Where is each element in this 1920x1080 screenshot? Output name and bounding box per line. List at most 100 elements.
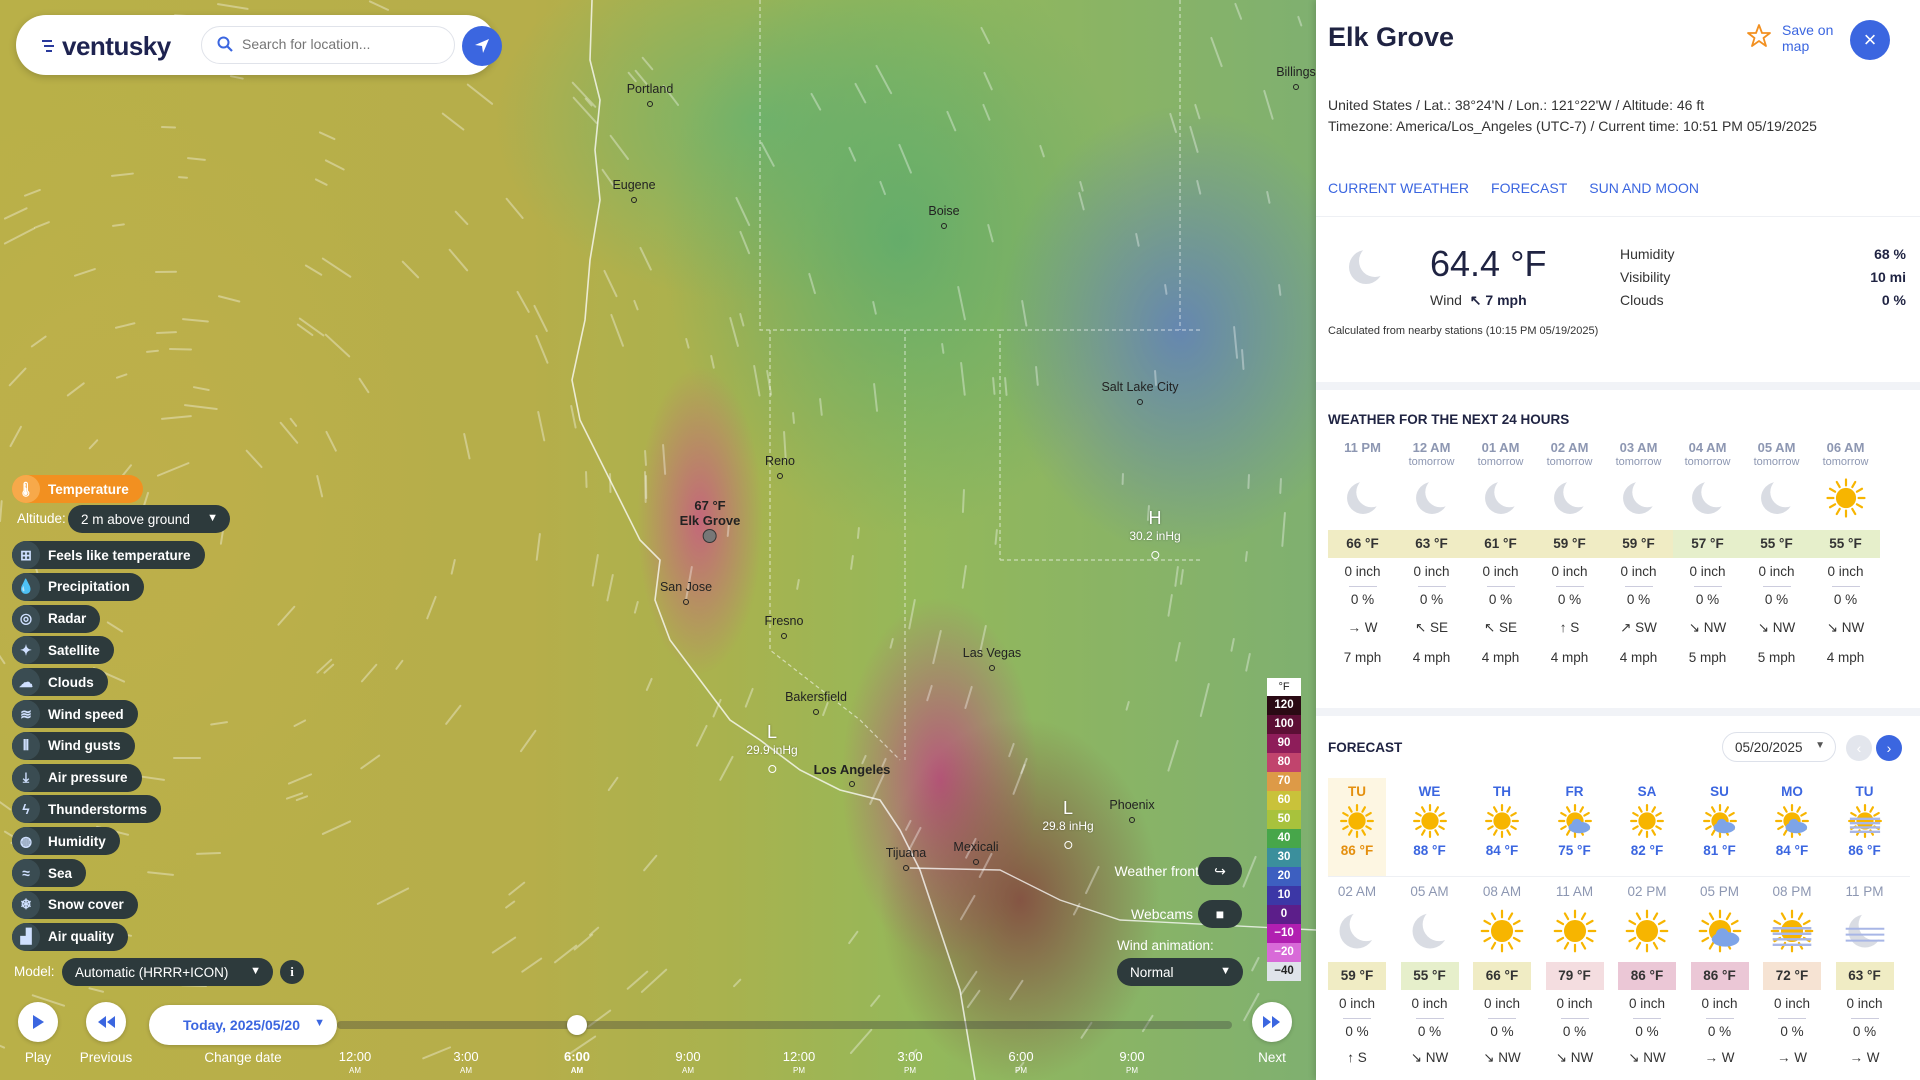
hour-time: 05 AM — [1410, 884, 1449, 899]
next-label: Next — [1258, 1050, 1286, 1065]
date-select[interactable]: Today, 2025/05/20 ▼ — [149, 1005, 337, 1045]
city-label[interactable]: Los Angeles — [814, 762, 891, 777]
city-label[interactable]: Bakersfield — [785, 690, 847, 704]
legend-step: 30 — [1267, 848, 1301, 867]
layer-item[interactable]: ≋ Wind speed — [12, 700, 138, 728]
city-label[interactable]: Billings — [1276, 65, 1316, 79]
forecast-day[interactable]: SU 81 °F — [1691, 778, 1749, 876]
city-label[interactable]: Fresno — [765, 614, 804, 628]
tab-current-weather[interactable]: CURRENT WEATHER — [1328, 180, 1469, 196]
layer-temperature[interactable]: 🌡 Temperature — [12, 475, 143, 503]
sun-icon — [1811, 470, 1880, 526]
city-label[interactable]: Reno — [765, 454, 795, 468]
timeline-tick[interactable]: 3:00 AM — [453, 1050, 478, 1078]
hour-column[interactable]: 06 AM tomorrow 55 °F 0 inch 0 % ↘ NW 4 mph — [1811, 440, 1880, 668]
city-label[interactable]: Portland — [627, 82, 674, 96]
layer-item[interactable]: ⤓ Air pressure — [12, 763, 142, 792]
layer-item[interactable]: ❄ Snow cover — [12, 890, 138, 919]
drop-icon: 💧 — [12, 572, 40, 601]
timeline-tick[interactable]: 12:00 PM — [783, 1050, 816, 1078]
ventusky-logo[interactable]: ventusky — [40, 31, 171, 62]
save-on-map-button[interactable]: Save on map — [1746, 22, 1842, 54]
navigation-arrow-icon[interactable] — [462, 26, 502, 66]
city-label[interactable]: Tijuana — [886, 846, 927, 860]
next-button[interactable] — [1252, 1002, 1292, 1042]
forecast-day[interactable]: TU 86 °F — [1328, 778, 1386, 876]
layer-item[interactable]: 💧 Precipitation — [12, 572, 144, 601]
forecast-hour[interactable]: 05 PM 86 °F 0 inch 0 % → W — [1690, 884, 1749, 1068]
timeline-tick[interactable]: 3:00 PM — [897, 1050, 922, 1078]
previous-button[interactable] — [86, 1002, 126, 1042]
hour-column[interactable]: 02 AM tomorrow 59 °F 0 inch 0 % ↑ S 4 mph — [1535, 440, 1604, 668]
temperature-legend[interactable]: °F 120 100 90 80 70 60 50 40 30 20 10 0 −10 −20 −40 — [1267, 678, 1301, 981]
forecast-day[interactable]: WE 88 °F — [1401, 778, 1459, 876]
hour-column[interactable]: 04 AM tomorrow 57 °F 0 inch 0 % ↘ NW 5 mph — [1673, 440, 1742, 668]
wind-animation-select[interactable]: Normal ▼ — [1117, 958, 1243, 986]
tab-sun-and-moon[interactable]: SUN AND MOON — [1589, 180, 1699, 196]
forecast-hour[interactable]: 11 PM 63 °F 0 inch 0 % → W — [1835, 884, 1894, 1068]
weather-fronts-toggle[interactable]: ↪ — [1198, 857, 1242, 885]
city-dot — [777, 473, 783, 479]
webcam-icon[interactable]: ■ — [1198, 900, 1242, 928]
hour-rain: 0 inch — [1846, 996, 1883, 1011]
layer-item[interactable]: ◍ Humidity — [12, 827, 120, 856]
forecast-hour[interactable]: 02 AM 59 °F 0 inch 0 % ↑ S — [1328, 884, 1386, 1068]
city-label[interactable]: Eugene — [612, 178, 655, 192]
layer-item[interactable]: ϟ Thunderstorms — [12, 795, 162, 824]
altitude-select[interactable]: 2 m above ground ▼ — [68, 505, 230, 533]
hour-column[interactable]: 12 AM tomorrow 63 °F 0 inch 0 % ↖ SE 4 mph — [1397, 440, 1466, 668]
hour-column[interactable]: 05 AM tomorrow 55 °F 0 inch 0 % ↘ NW 5 mph — [1742, 440, 1811, 668]
model-select[interactable]: Automatic (HRRR+ICON) ▼ — [62, 958, 273, 986]
selected-location-marker[interactable]: 67 °F Elk Grove — [680, 498, 740, 543]
tab-forecast[interactable]: FORECAST — [1491, 180, 1567, 196]
timeline-tick[interactable]: 6:00 PM — [1008, 1050, 1033, 1078]
forecast-hour[interactable]: 08 PM 72 °F 0 inch 0 % → W — [1763, 884, 1821, 1068]
layer-item[interactable]: ≈ Sea — [12, 859, 87, 887]
forecast-hour[interactable]: 05 AM 55 °F 0 inch 0 % ↘ NW — [1400, 884, 1459, 1068]
hour-rain: 0 inch — [1411, 996, 1448, 1011]
forecast-day[interactable]: MO 84 °F — [1763, 778, 1821, 876]
forecast-prev-button[interactable]: ‹ — [1846, 735, 1872, 761]
forecast-day[interactable]: TH 84 °F — [1473, 778, 1531, 876]
layer-item[interactable]: ◎ Radar — [12, 604, 101, 633]
layer-item[interactable]: ⦀ Wind gusts — [12, 731, 135, 760]
hour-time: 08 PM — [1772, 884, 1812, 899]
layer-item[interactable]: ▟ Air quality — [12, 922, 129, 951]
hour-column[interactable]: 11 PM 66 °F 0 inch 0 % → W 7 mph — [1328, 440, 1397, 668]
city-label[interactable]: Las Vegas — [963, 646, 1021, 660]
forecast-hour[interactable]: 08 AM 66 °F 0 inch 0 % ↘ NW — [1473, 884, 1531, 1068]
city-label[interactable]: Salt Lake City — [1101, 380, 1178, 394]
info-icon[interactable]: i — [280, 960, 304, 984]
moon-icon — [1604, 470, 1673, 526]
timeline-tick[interactable]: 6:00 AM — [564, 1050, 590, 1078]
altitude-label: Altitude: — [17, 511, 66, 526]
city-label[interactable]: Boise — [928, 204, 959, 218]
forecast-day[interactable]: FR 75 °F — [1546, 778, 1604, 876]
timeline-thumb[interactable] — [567, 1015, 587, 1035]
city-label[interactable]: Phoenix — [1109, 798, 1154, 812]
forecast-date-select[interactable]: 05/20/2025 ▼ — [1722, 732, 1836, 762]
forecast-title: FORECAST — [1328, 740, 1403, 755]
forecast-next-button[interactable]: › — [1876, 735, 1902, 761]
play-button[interactable] — [18, 1002, 58, 1042]
forecast-day[interactable]: TU 86 °F — [1836, 778, 1894, 876]
forecast-day[interactable]: SA 82 °F — [1618, 778, 1676, 876]
layer-item[interactable]: ⊞ Feels like temperature — [12, 541, 205, 569]
day-temp: 86 °F — [1848, 843, 1881, 858]
hour-column[interactable]: 01 AM tomorrow 61 °F 0 inch 0 % ↖ SE 4 mph — [1466, 440, 1535, 668]
hour-column[interactable]: 03 AM tomorrow 59 °F 0 inch 0 % ↗ SW 4 mph — [1604, 440, 1673, 668]
timeline-tick[interactable]: 9:00 AM — [675, 1050, 700, 1078]
timeline-tick[interactable]: 12:00 AM — [339, 1050, 372, 1078]
timeline-track[interactable] — [337, 1021, 1232, 1029]
city-label[interactable]: San Jose — [660, 580, 712, 594]
layer-item[interactable]: ☁ Clouds — [12, 668, 108, 697]
forecast-hour[interactable]: 02 PM 86 °F 0 inch 0 % ↘ NW — [1618, 884, 1676, 1068]
close-button[interactable]: × — [1850, 20, 1890, 60]
timeline-tick[interactable]: 9:00 PM — [1119, 1050, 1144, 1078]
city-label[interactable]: Mexicali — [953, 840, 998, 854]
forecast-hour[interactable]: 11 AM 79 °F 0 inch 0 % ↘ NW — [1545, 884, 1604, 1068]
day-name: SA — [1637, 784, 1657, 799]
search-box[interactable] — [201, 26, 455, 64]
layer-item[interactable]: ✦ Satellite — [12, 636, 114, 665]
search-input[interactable] — [242, 36, 442, 52]
